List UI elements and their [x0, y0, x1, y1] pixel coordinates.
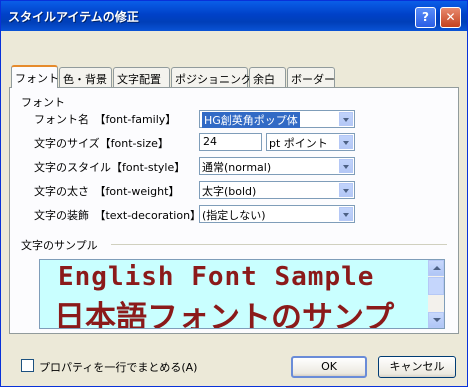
close-button[interactable]: ✕: [440, 7, 461, 28]
text-decoration-label: 文字の装飾 【text-decoration】: [34, 209, 202, 222]
window-title: スタイルアイテムの修正: [8, 10, 139, 24]
font-size-label: 文字のサイズ【font-size】: [34, 137, 169, 150]
font-family-value: HG創英角ポップ体: [202, 112, 300, 128]
font-style-label: 文字のスタイル【font-style】: [34, 161, 186, 174]
font-size-value: 24: [203, 135, 217, 148]
tab-text-alignment[interactable]: 文字配置: [113, 67, 170, 87]
ok-button[interactable]: OK: [291, 356, 367, 378]
tab-border[interactable]: ボーダー: [287, 67, 335, 87]
font-size-unit-value: pt ポイント: [269, 137, 328, 150]
font-size-input[interactable]: 24: [199, 133, 262, 151]
font-weight-label: 文字の太さ 【font-weight】: [34, 185, 180, 198]
tab-margin[interactable]: 余白: [249, 67, 286, 87]
merge-properties-label[interactable]: プロパティを一行でまとめる(A): [39, 359, 197, 375]
font-group-label: フォント: [21, 96, 65, 109]
chevron-down-icon[interactable]: [339, 135, 353, 149]
help-button[interactable]: ?: [415, 7, 436, 28]
font-style-value: 通常(normal): [202, 161, 272, 174]
dialog-window: スタイルアイテムの修正 ? ✕ フォント 色・背景 文字配置 ポジショニング 余…: [0, 0, 468, 387]
font-weight-value: 太字(bold): [202, 185, 257, 198]
title-bar[interactable]: スタイルアイテムの修正 ? ✕: [1, 1, 467, 31]
scroll-up-icon[interactable]: [428, 260, 444, 276]
cancel-button[interactable]: キャンセル: [378, 356, 456, 378]
text-decoration-value: (指定しない): [202, 209, 266, 222]
font-sample-preview: English Font Sample 日本語フォントのサンプ: [39, 259, 445, 329]
font-size-unit-select[interactable]: pt ポイント: [266, 133, 355, 151]
merge-properties-checkbox[interactable]: [21, 359, 34, 372]
sample-group-divider: [111, 244, 447, 245]
font-family-label: フォント名 【font-family】: [34, 113, 177, 126]
chevron-down-icon[interactable]: [339, 159, 353, 173]
text-decoration-select[interactable]: (指定しない): [199, 205, 355, 223]
tab-color-background[interactable]: 色・背景: [59, 67, 112, 87]
chevron-down-icon[interactable]: [339, 183, 353, 197]
font-weight-select[interactable]: 太字(bold): [199, 181, 355, 199]
scroll-thumb[interactable]: [428, 277, 444, 295]
tab-positioning[interactable]: ポジショニング: [171, 67, 252, 87]
sample-group-label: 文字のサンプル: [21, 239, 98, 252]
tab-font[interactable]: フォント: [11, 65, 59, 88]
chevron-down-icon[interactable]: [339, 112, 353, 126]
sample-japanese-text: 日本語フォントのサンプ: [54, 300, 395, 329]
scroll-down-icon[interactable]: [428, 312, 444, 328]
chevron-down-icon[interactable]: [339, 207, 353, 221]
font-style-select[interactable]: 通常(normal): [199, 157, 355, 175]
font-family-select[interactable]: HG創英角ポップ体: [199, 110, 355, 128]
sample-scrollbar[interactable]: [428, 260, 444, 328]
sample-english-text: English Font Sample: [58, 262, 375, 292]
